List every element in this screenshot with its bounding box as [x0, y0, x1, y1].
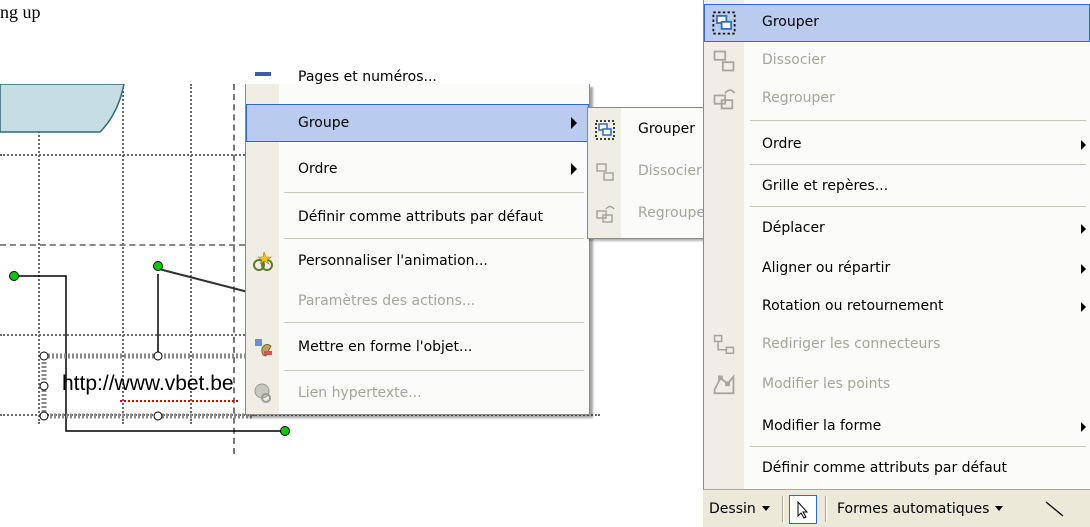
submenu-item-label: Dissocier: [638, 163, 702, 179]
menu-item-order[interactable]: Ordre: [246, 150, 589, 188]
format-object-icon: [255, 339, 272, 357]
menu-item-label: Définir comme attributs par défaut: [298, 209, 544, 225]
draw-menu-item-label: Définir comme attributs par défaut: [762, 460, 1008, 476]
draw-menu-item-label: Modifier les points: [762, 376, 891, 392]
page-text: ng up: [0, 2, 41, 22]
submenu-item-ungroup[interactable]: Dissocier: [588, 152, 710, 192]
custom-animation-icon: [253, 250, 273, 271]
menu-item-label: Lien hypertexte...: [298, 385, 422, 401]
draw-menu-item-regroup[interactable]: Regrouper: [704, 80, 1090, 118]
draw-menu-item-label: Aligner ou répartir: [762, 260, 891, 276]
line-tool-button[interactable]: [1043, 495, 1067, 522]
group-icon: [712, 11, 736, 35]
spellcheck-underline: [120, 397, 238, 402]
submenu-arrow-icon: [571, 163, 577, 175]
submenu-arrow-icon: [1081, 302, 1086, 312]
menu-item-set-defaults[interactable]: Définir comme attributs par défaut: [246, 198, 589, 236]
autoshapes-button-label: Formes automatiques: [837, 500, 990, 517]
menu-separator: [750, 206, 1086, 207]
toolbar-separator: [825, 496, 827, 522]
ungroup-icon: [596, 163, 614, 181]
draw-menu-item-edit-points[interactable]: Modifier les points: [704, 366, 1090, 404]
menu-separator: [284, 238, 584, 239]
regroup-icon: [713, 89, 736, 110]
menu-separator: [750, 446, 1086, 447]
menu-separator: [284, 192, 584, 193]
submenu-item-label: Grouper: [638, 121, 695, 137]
submenu-item-label: Regrouper: [638, 205, 710, 221]
menu-item-hyperlink[interactable]: Lien hypertexte...: [246, 374, 589, 412]
draw-menu-item-move[interactable]: Déplacer: [704, 210, 1090, 248]
draw-menu-item-label: Ordre: [762, 136, 802, 152]
menu-item-custom-animation[interactable]: Personnaliser l'animation...: [246, 242, 589, 280]
hyperlink-icon: [254, 383, 271, 403]
menu-item-pages-numbers[interactable]: Pages et numéros...: [246, 58, 589, 96]
draw-menu-button-label: Dessin: [709, 500, 756, 517]
draw-menu-item-align-distribute[interactable]: Aligner ou répartir: [704, 250, 1090, 288]
submenu-arrow-icon: [1081, 224, 1086, 234]
draw-menu-item-ungroup[interactable]: Dissocier: [704, 42, 1090, 80]
select-objects-button[interactable]: [789, 495, 817, 524]
draw-menu-item-reroute-connectors[interactable]: Rediriger les connecteurs: [704, 326, 1090, 364]
submenu-item-regroup[interactable]: Regrouper: [588, 194, 710, 234]
draw-menu-item-label: Dissocier: [762, 52, 826, 68]
submenu-arrow-icon: [1081, 140, 1086, 150]
edit-points-icon: [713, 374, 735, 395]
submenu-arrow-icon: [571, 117, 577, 129]
header-footer-icon: [255, 72, 271, 76]
menu-separator: [284, 322, 584, 323]
draw-menu-item-label: Modifier la forme: [762, 418, 882, 434]
draw-menu-item-order[interactable]: Ordre: [704, 126, 1090, 164]
dropdown-arrow-icon: [761, 506, 770, 511]
menu-item-format-object[interactable]: Mettre en forme l'objet...: [246, 328, 589, 366]
menu-item-label: Mettre en forme l'objet...: [298, 339, 473, 355]
menu-item-label: Groupe: [298, 115, 350, 131]
context-menu: Pages et numéros... Groupe Ordre Définir…: [245, 69, 590, 415]
draw-menu-item-label: Grouper: [762, 14, 819, 30]
reroute-connectors-icon: [713, 334, 735, 355]
hyperlink-textbox[interactable]: http://www.vbet.be: [62, 372, 245, 396]
menu-separator: [284, 370, 584, 371]
toolbar-separator: [782, 496, 784, 522]
ungroup-icon: [713, 50, 735, 72]
group-submenu: Grouper Dissocier Regrouper: [587, 107, 710, 239]
submenu-item-group[interactable]: Grouper: [588, 110, 710, 150]
draw-menu-item-grid-guides[interactable]: Grille et repères...: [704, 168, 1090, 206]
draw-menu-item-label: Rediriger les connecteurs: [762, 336, 941, 352]
menu-item-action-settings[interactable]: Paramètres des actions...: [246, 282, 589, 320]
dropdown-arrow-icon: [995, 506, 1004, 511]
drawing-toolbar: Dessin Formes automatiques: [703, 489, 1090, 527]
autoshapes-button[interactable]: Formes automatiques: [837, 495, 1004, 522]
menu-item-label: Ordre: [298, 161, 338, 177]
draw-menu-item-label: Grille et repères...: [762, 178, 889, 194]
draw-menu-item-rotate-flip[interactable]: Rotation ou retournement: [704, 288, 1090, 326]
menu-item-group[interactable]: Groupe: [246, 104, 589, 142]
draw-menu-button[interactable]: Dessin: [709, 495, 770, 522]
line-icon: [1045, 500, 1064, 517]
menu-separator: [750, 120, 1086, 121]
draw-menu: Grouper Dissocier Regrouper Ordre Grille…: [703, 0, 1090, 491]
menu-item-label: Personnaliser l'animation...: [298, 253, 488, 269]
draw-menu-item-group[interactable]: Grouper: [704, 4, 1090, 42]
group-icon: [595, 120, 615, 140]
draw-menu-item-label: Rotation ou retournement: [762, 298, 944, 314]
draw-menu-item-change-shape[interactable]: Modifier la forme: [704, 408, 1090, 446]
menu-item-label: Pages et numéros...: [298, 69, 437, 85]
submenu-arrow-icon: [1081, 264, 1086, 274]
submenu-arrow-icon: [1081, 422, 1086, 432]
menu-separator: [750, 164, 1086, 165]
draw-menu-item-set-defaults[interactable]: Définir comme attributs par défaut: [704, 450, 1090, 488]
draw-menu-item-label: Regrouper: [762, 90, 835, 106]
regroup-icon: [596, 205, 615, 223]
cursor-arrow-icon: [797, 500, 809, 519]
draw-menu-item-label: Déplacer: [762, 220, 825, 236]
menu-item-label: Paramètres des actions...: [298, 293, 476, 309]
